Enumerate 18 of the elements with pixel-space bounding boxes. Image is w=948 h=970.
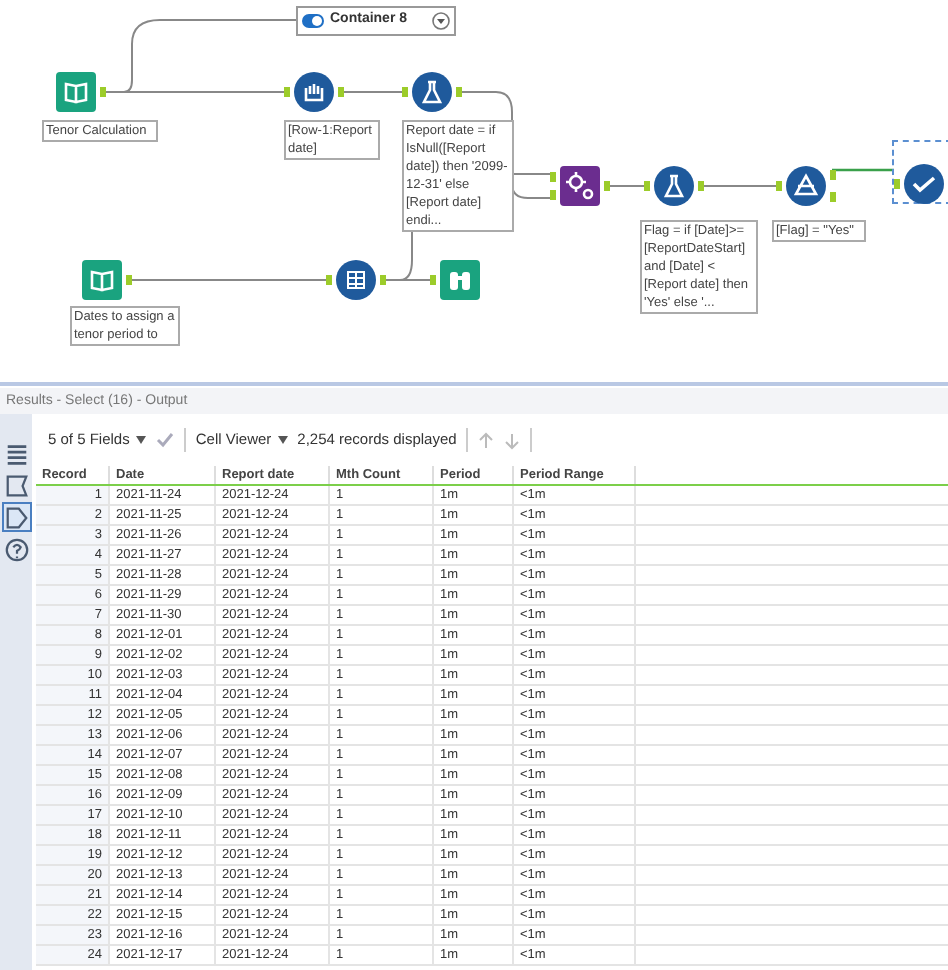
- help-icon[interactable]: [1, 534, 31, 564]
- checkmark-icon[interactable]: [892, 164, 948, 204]
- connector-line: [605, 185, 645, 187]
- grid-icon[interactable]: [324, 260, 388, 300]
- connector-line: [699, 185, 777, 187]
- connector-line: [339, 91, 403, 93]
- flask-icon[interactable]: [400, 72, 464, 112]
- caret-icon: [135, 436, 146, 444]
- tag-icon[interactable]: [1, 502, 31, 532]
- banner-icon[interactable]: [1, 470, 31, 500]
- checkmark-icon[interactable]: [155, 432, 174, 448]
- caret-icon: [277, 436, 288, 444]
- dropdown-icon[interactable]: [432, 12, 450, 30]
- toggle-switch[interactable]: [302, 14, 324, 28]
- flask-icon[interactable]: [642, 166, 706, 206]
- gears-icon[interactable]: [548, 166, 612, 206]
- triangle-icon[interactable]: [774, 166, 838, 206]
- connector-line: [832, 168, 894, 172]
